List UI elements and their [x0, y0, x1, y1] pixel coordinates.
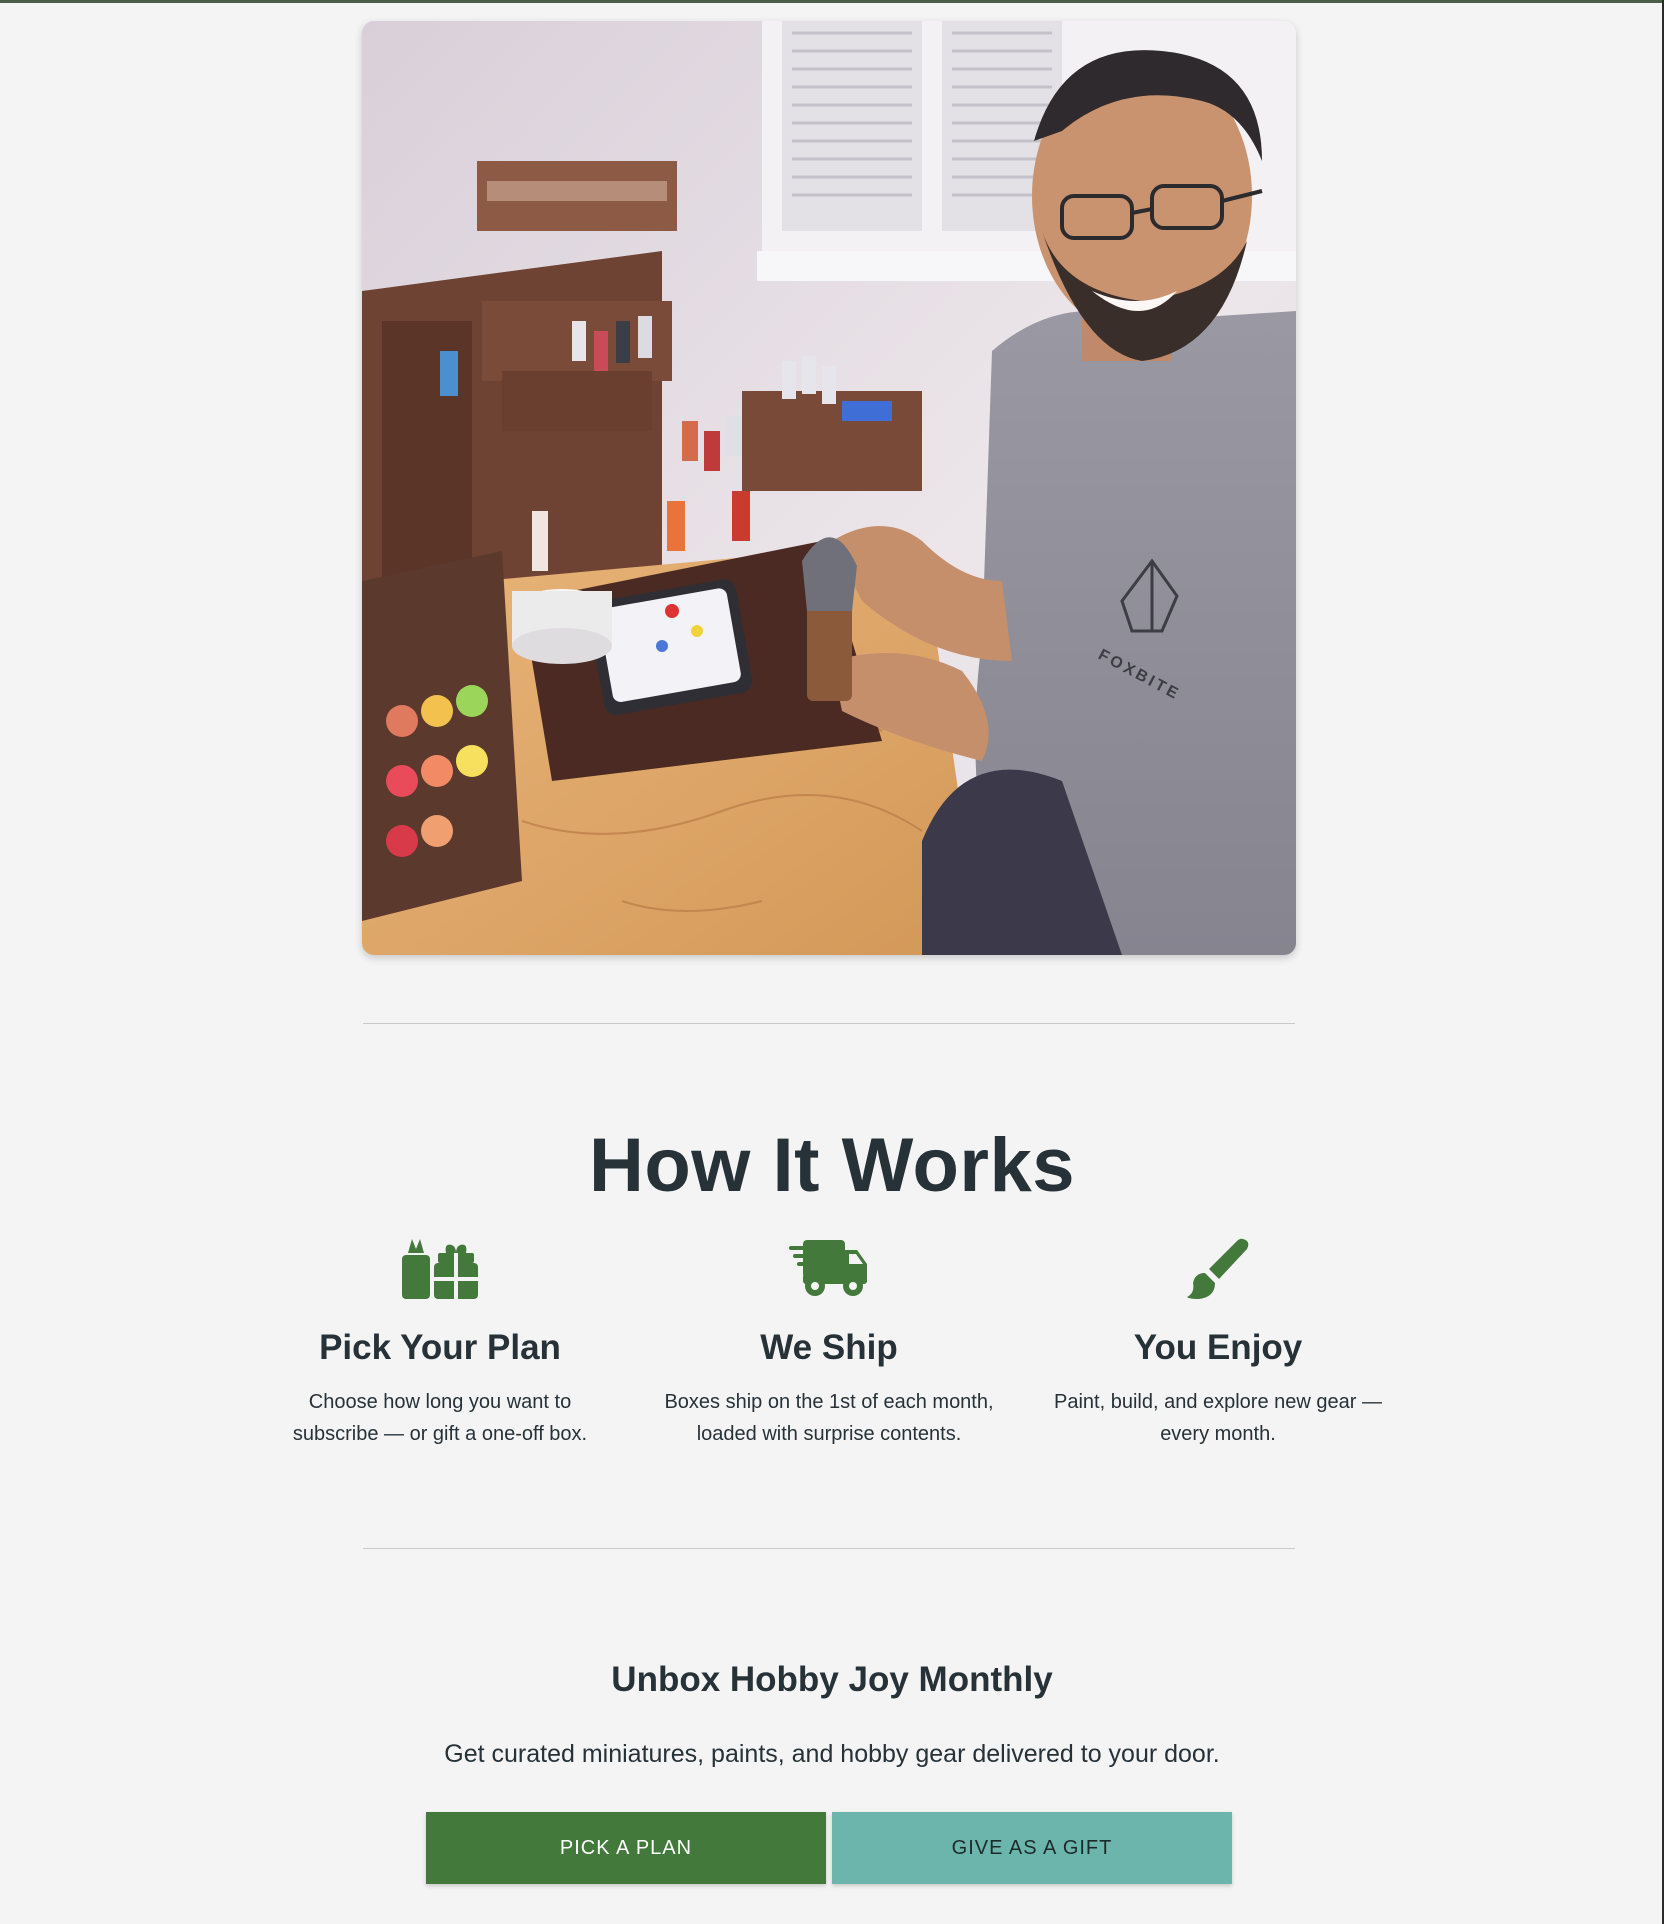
- cta-description: Get curated miniatures, paints, and hobb…: [444, 1740, 1220, 1768]
- how-it-works-title: How It Works: [589, 1123, 1075, 1208]
- step-description-line: Choose how long you want to: [308, 1391, 572, 1413]
- step-description: Choose how long you want to subscribe — …: [250, 1386, 630, 1450]
- step-we-ship: We Ship Boxes ship on the 1st of each mo…: [639, 1234, 1019, 1450]
- step-description-line: Boxes ship on the 1st of each month,: [664, 1391, 994, 1413]
- step-description: Paint, build, and explore new gear — eve…: [1028, 1386, 1408, 1450]
- hero-image: FOXBITE: [362, 21, 1296, 955]
- step-title: We Ship: [760, 1328, 898, 1367]
- paintbrush-icon: [1028, 1234, 1408, 1304]
- step-description-line: subscribe — or gift a one-off box.: [292, 1423, 588, 1445]
- gift-icon: [250, 1234, 630, 1304]
- step-pick-plan: Pick Your Plan Choose how long you want …: [250, 1234, 630, 1450]
- step-title: You Enjoy: [1133, 1328, 1303, 1367]
- step-title: Pick Your Plan: [319, 1328, 561, 1367]
- window-top-border: [0, 0, 1664, 3]
- pick-a-plan-button[interactable]: PICK A PLAN: [426, 1812, 826, 1884]
- cta-title: Unbox Hobby Joy Monthly: [611, 1660, 1053, 1699]
- step-description-line: loaded with surprise contents.: [696, 1423, 962, 1445]
- step-you-enjoy: You Enjoy Paint, build, and explore new …: [1028, 1234, 1408, 1450]
- step-description-line: every month.: [1160, 1423, 1276, 1445]
- section-divider-top: [363, 1023, 1295, 1024]
- step-description: Boxes ship on the 1st of each month, loa…: [639, 1386, 1019, 1450]
- truck-icon: [639, 1234, 1019, 1304]
- give-as-gift-button[interactable]: GIVE AS A GIFT: [832, 1812, 1232, 1884]
- section-divider-bottom: [363, 1548, 1295, 1549]
- step-description-line: Paint, build, and explore new gear —: [1054, 1391, 1382, 1413]
